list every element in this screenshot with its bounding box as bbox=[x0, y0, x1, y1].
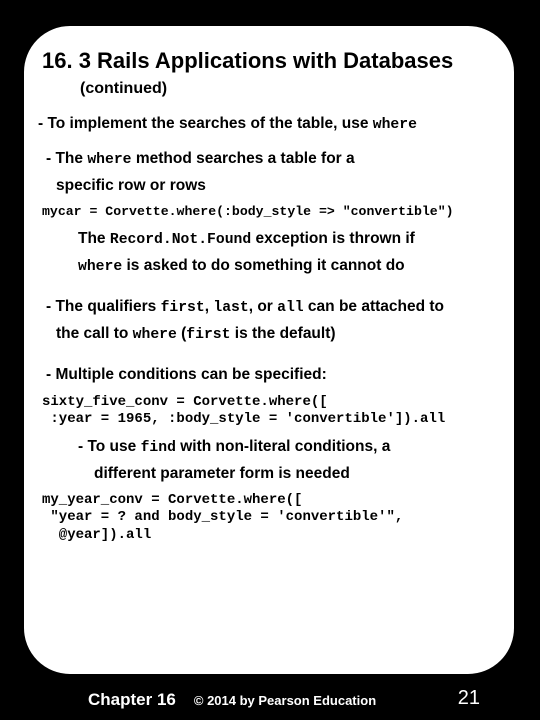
code-sixty-five-conv: sixty_five_conv = Corvette.where([ :year… bbox=[42, 394, 500, 429]
text: with non-literal conditions, a bbox=[176, 438, 390, 455]
text: exception is thrown if bbox=[251, 230, 415, 247]
code-first: first bbox=[161, 300, 205, 316]
text: can be attached to bbox=[304, 298, 444, 315]
code-last: last bbox=[213, 300, 248, 316]
footer: Chapter 16 © 2014 by Pearson Education 2… bbox=[0, 690, 540, 710]
code-where: where bbox=[133, 327, 177, 343]
text: - To use bbox=[78, 438, 141, 455]
code-my-year-conv: my_year_conv = Corvette.where([ "year = … bbox=[42, 492, 500, 545]
code-all: all bbox=[277, 300, 304, 316]
para-exception: The Record.Not.Found exception is thrown… bbox=[78, 229, 500, 250]
text: - To implement the searches of the table… bbox=[38, 115, 373, 132]
para-qualifiers-cont: the call to where (first is the default) bbox=[56, 324, 500, 345]
continued-label: (continued) bbox=[80, 80, 500, 98]
slide-frame: 16. 3 Rails Applications with Databases … bbox=[22, 24, 516, 676]
para-qualifiers: - The qualifiers first, last, or all can… bbox=[46, 297, 500, 318]
text: - The qualifiers bbox=[46, 298, 161, 315]
para-exception-cont: where is asked to do something it cannot… bbox=[78, 256, 500, 277]
code-where: where bbox=[87, 152, 131, 168]
text: The bbox=[78, 230, 110, 247]
text: is the default) bbox=[230, 325, 335, 342]
text: method searches a table for a bbox=[132, 150, 355, 167]
text: is asked to do something it cannot do bbox=[122, 257, 404, 274]
slide-title: 16. 3 Rails Applications with Databases bbox=[42, 48, 500, 74]
code-where: where bbox=[373, 117, 417, 133]
para-where-method: - The where method searches a table for … bbox=[46, 149, 500, 170]
page-number: 21 bbox=[458, 687, 480, 710]
para-find-nonliteral-cont: different parameter form is needed bbox=[94, 464, 500, 484]
code-where: where bbox=[78, 259, 122, 275]
code-find: find bbox=[141, 440, 176, 456]
chapter-label: Chapter 16 bbox=[88, 690, 176, 710]
code-mycar: mycar = Corvette.where(:body_style => "c… bbox=[42, 204, 500, 221]
text: the call to bbox=[56, 325, 133, 342]
text: , or bbox=[249, 298, 277, 315]
code-first: first bbox=[186, 327, 230, 343]
para-implement: - To implement the searches of the table… bbox=[38, 114, 500, 135]
para-where-method-cont: specific row or rows bbox=[56, 176, 500, 196]
code-record-not-found: Record.Not.Found bbox=[110, 232, 251, 248]
copyright: © 2014 by Pearson Education bbox=[194, 693, 376, 708]
para-find-nonliteral: - To use find with non-literal condition… bbox=[78, 437, 500, 458]
text: - The bbox=[46, 150, 87, 167]
text: ( bbox=[177, 325, 186, 342]
para-multiple-conditions: - Multiple conditions can be specified: bbox=[46, 365, 500, 385]
